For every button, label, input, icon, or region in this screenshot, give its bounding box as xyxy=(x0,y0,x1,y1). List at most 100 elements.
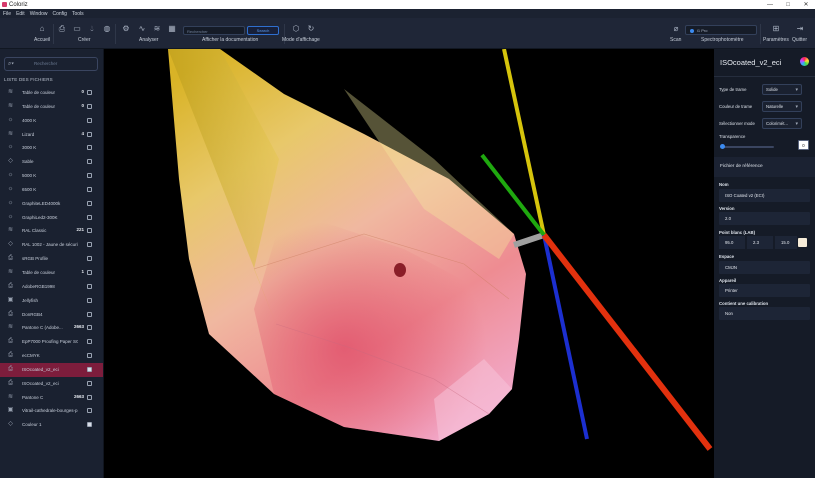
visibility-checkbox[interactable] xyxy=(87,325,92,331)
parametres-label[interactable]: Paramètres xyxy=(763,37,789,43)
cube-icon[interactable]: ⬡ xyxy=(291,24,301,34)
palette-icon[interactable]: ◍ xyxy=(102,24,112,34)
file-list-item[interactable]: ≋ RAL Classic 221 xyxy=(0,224,103,238)
drop-icon: ◇ xyxy=(8,158,13,165)
file-list-item[interactable]: ☼ 4000 K xyxy=(0,114,103,128)
table-icon[interactable]: ▦ xyxy=(167,24,177,34)
visibility-checkbox[interactable] xyxy=(87,394,92,400)
visibility-checkbox[interactable] xyxy=(87,422,92,428)
document-icon[interactable]: ▭ xyxy=(72,24,82,34)
visibility-checkbox[interactable] xyxy=(87,283,92,289)
visibility-checkbox[interactable] xyxy=(87,173,92,179)
exit-icon[interactable]: ⇥ xyxy=(795,24,805,34)
type-trame-select[interactable]: Solide ▾ xyxy=(762,84,802,95)
file-list-item[interactable]: ⎙ EpP7000 Proofing Paper SG... xyxy=(0,335,103,349)
menu-tools[interactable]: Tools xyxy=(72,11,84,17)
file-list-item[interactable]: ⎙ DonRGB4 xyxy=(0,308,103,322)
file-list-item[interactable]: ≋ Lizard 4 xyxy=(0,128,103,142)
layers-icon[interactable]: ≋ xyxy=(152,24,162,34)
file-list-item[interactable]: ⎙ ecCMYK xyxy=(0,349,103,363)
file-list-item[interactable]: ☼ GraphiLed2-300K xyxy=(0,211,103,225)
file-list-item[interactable]: ≋ Table de couleur 1 xyxy=(0,266,103,280)
visibility-checkbox[interactable] xyxy=(87,311,92,317)
file-list-item[interactable]: ◇ RAL 1002 - Jaune de sécurité xyxy=(0,238,103,252)
transparence-slider[interactable] xyxy=(720,144,774,149)
visibility-checkbox[interactable] xyxy=(87,242,92,248)
visibility-checkbox[interactable] xyxy=(87,117,92,123)
mode-select[interactable]: Colorimét... ▾ xyxy=(762,118,802,129)
visibility-checkbox[interactable] xyxy=(87,353,92,359)
menu-config[interactable]: Config xyxy=(52,11,66,17)
toolbar-search-button[interactable]: Search xyxy=(247,26,279,35)
file-list-item[interactable]: ☼ GraphiteLED4000k xyxy=(0,197,103,211)
file-list-item[interactable]: ▣ Vitrail-cathedrale-bourges-p... xyxy=(0,404,103,418)
visibility-checkbox[interactable] xyxy=(87,269,92,275)
file-list-item[interactable]: ≋ Pantone C (Adobe... 2663 xyxy=(0,321,103,335)
visibility-checkbox[interactable] xyxy=(87,131,92,137)
file-list-item[interactable]: ≋ Pantone C 2663 xyxy=(0,391,103,405)
afficher-documentation-link[interactable]: Afficher la documentation xyxy=(202,37,258,43)
visibility-checkbox[interactable] xyxy=(87,256,92,262)
visibility-checkbox[interactable] xyxy=(87,380,92,386)
visibility-checkbox[interactable] xyxy=(87,200,92,206)
file-list-item[interactable]: ◇ Couleur 1 xyxy=(0,418,103,432)
gamut-3d-viewport[interactable] xyxy=(104,49,714,478)
mode-affichage-label[interactable]: Mode d'affichage xyxy=(282,37,320,43)
visibility-checkbox[interactable] xyxy=(87,214,92,220)
couleur-trame-select[interactable]: Naturelle ▾ xyxy=(762,101,802,112)
quitter-label[interactable]: Quitter xyxy=(792,37,807,43)
file-list-item[interactable]: ◇ Sable xyxy=(0,155,103,169)
nodes-icon[interactable]: ⚙ xyxy=(121,24,131,34)
visibility-checkbox[interactable] xyxy=(87,145,92,151)
file-list-item[interactable]: ≋ Table de couleur 0 xyxy=(0,86,103,100)
settings-icon[interactable]: ⊞ xyxy=(771,24,781,34)
sidebar-search-input[interactable]: ⌕▾ Rechercher xyxy=(4,57,98,71)
file-list-item-label: Jellyfish xyxy=(22,297,39,303)
menu-edit[interactable]: Edit xyxy=(16,11,25,17)
menu-file[interactable]: File xyxy=(3,11,11,17)
spectrophotometre-label[interactable]: Spectrophotomètre xyxy=(701,37,744,43)
rotate-icon[interactable]: ↻ xyxy=(306,24,316,34)
layers-icon: ≋ xyxy=(7,130,14,137)
toolbar-search-input[interactable]: Rechercher xyxy=(183,26,245,35)
close-button[interactable]: ✕ xyxy=(797,1,815,8)
reference-file-section: Fichier de référence xyxy=(714,157,815,177)
file-list-item[interactable]: ⎙ sRGB Profile xyxy=(0,252,103,266)
file-count-badge: 1 xyxy=(81,268,84,274)
creer-label[interactable]: Créer xyxy=(78,37,91,43)
scan-label[interactable]: Scan xyxy=(670,37,681,43)
visibility-checkbox[interactable] xyxy=(87,408,92,414)
file-list-item-label: ecCMYK xyxy=(22,353,40,359)
drop-icon[interactable]: 💧︎ xyxy=(87,24,97,34)
visibility-checkbox[interactable] xyxy=(87,366,92,372)
file-list-item[interactable]: ▣ Jellyfish xyxy=(0,294,103,308)
visibility-checkbox[interactable] xyxy=(87,90,92,95)
file-list-item[interactable]: ⎙ AdobeRGB1998 xyxy=(0,280,103,294)
version-label: Version xyxy=(719,206,735,211)
divider xyxy=(714,76,815,77)
visibility-checkbox[interactable] xyxy=(87,339,92,345)
transparence-input[interactable]: 0 xyxy=(798,140,809,150)
slider-handle[interactable] xyxy=(720,144,725,149)
device-selector[interactable]: i1 Pro xyxy=(685,25,757,35)
visibility-checkbox[interactable] xyxy=(87,103,92,109)
file-list-item[interactable]: ☼ 3000 K xyxy=(0,141,103,155)
file-list-item[interactable]: ⎙ ISOcoated_v2_eci xyxy=(0,362,103,377)
file-list-item[interactable]: ⎙ ISOcoated_v2_eci xyxy=(0,377,103,391)
scan-icon[interactable]: ⌀ xyxy=(671,24,681,34)
menu-window[interactable]: Window xyxy=(30,11,48,17)
file-list-item[interactable]: ☼ 5000 K xyxy=(0,169,103,183)
file-list-item[interactable]: ≋ Table de couleur 0 xyxy=(0,100,103,114)
analyser-label[interactable]: Analyser xyxy=(139,37,158,43)
home-icon[interactable]: ⌂ xyxy=(37,24,47,34)
visibility-checkbox[interactable] xyxy=(87,159,92,165)
maximize-button[interactable]: □ xyxy=(779,2,797,8)
visibility-checkbox[interactable] xyxy=(87,228,92,234)
visibility-checkbox[interactable] xyxy=(87,186,92,192)
file-list-item[interactable]: ☼ 6500 K xyxy=(0,183,103,197)
wave-icon[interactable]: ∿ xyxy=(137,24,147,34)
printer-icon[interactable]: ⎙ xyxy=(57,24,67,34)
accueil-label[interactable]: Accueil xyxy=(34,37,50,43)
visibility-checkbox[interactable] xyxy=(87,297,92,303)
minimize-button[interactable]: — xyxy=(761,2,779,8)
